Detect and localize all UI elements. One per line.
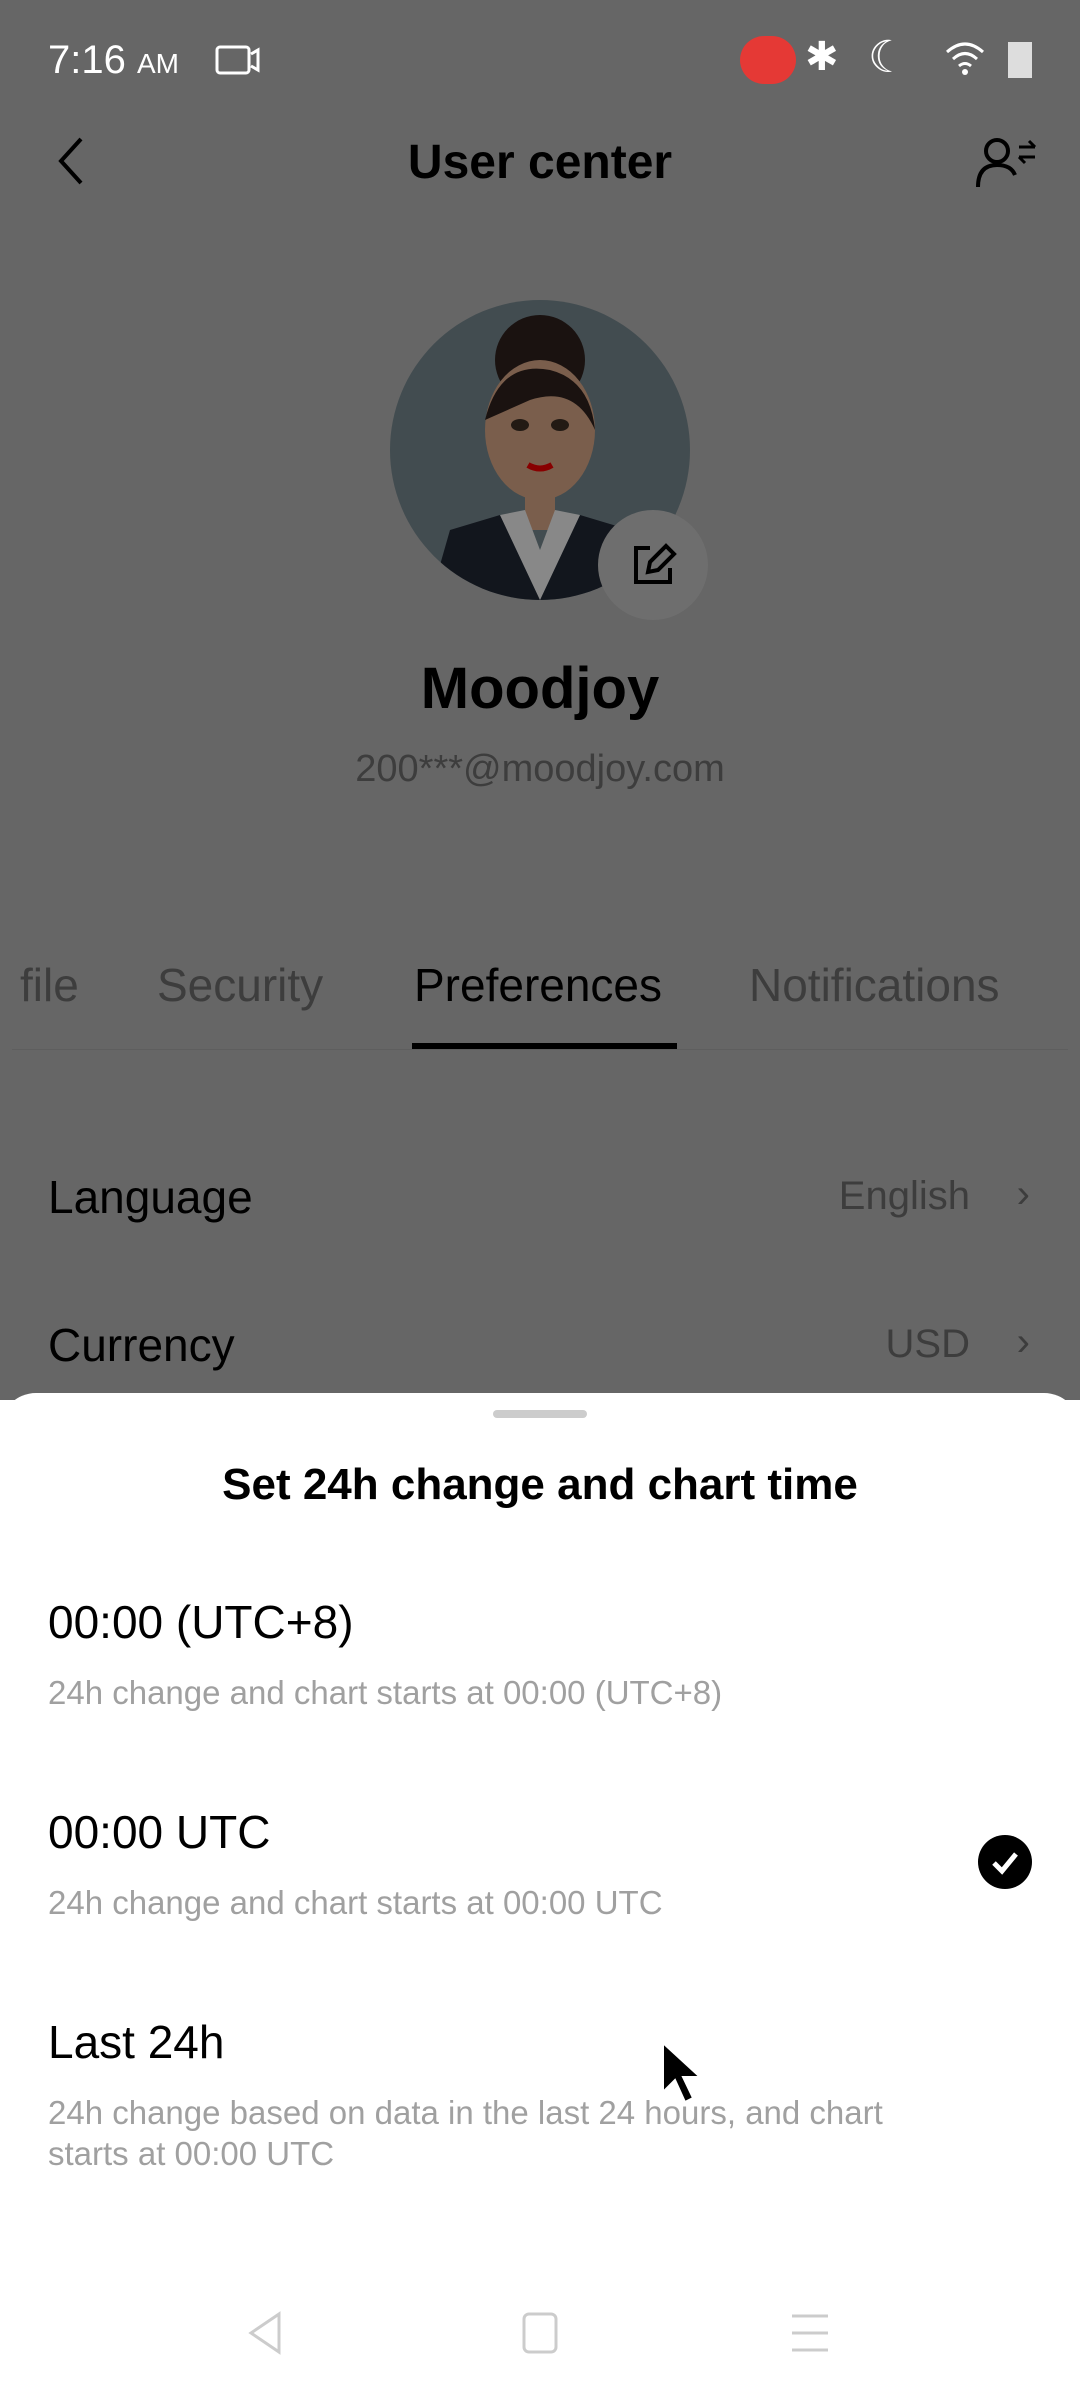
nav-back-button[interactable] [245,2310,285,2356]
option-subtitle: 24h change based on data in the last 24 … [48,2094,883,2172]
nav-menu-button[interactable] [790,2310,830,2356]
tab-notifications[interactable]: Notifications [749,958,1000,1012]
page-title: User center [407,136,673,189]
option-title: Last 24h [48,2016,225,2068]
selected-check-icon [978,1835,1032,1889]
switch-account-button[interactable] [975,135,1039,191]
screen-record-icon [215,45,260,75]
nav-home-button[interactable] [520,2310,560,2356]
edit-icon [634,543,677,584]
tab-preferences[interactable]: Preferences [414,958,662,1012]
profile-email: 200***@moodjoy.com [355,748,725,790]
user-center-page: 7:16 AM ✱ ☾ User center Moodjoy 200***@m… [0,0,1080,1400]
chevron-right-icon: › [1016,1320,1030,1364]
tabs-divider [12,1049,1068,1050]
row-label: Language [48,1171,253,1223]
wifi-icon [946,42,984,75]
option-subtitle: 24h change and chart starts at 00:00 UTC [48,1884,663,1921]
tab-profile[interactable]: file [20,958,79,1012]
do-not-disturb-moon-icon: ☾ [868,33,908,82]
status-time: 7:16 AM [48,38,179,82]
sheet-title: Set 24h change and chart time [222,1460,858,1509]
edit-avatar-button[interactable] [598,510,708,620]
row-value: English [838,1174,970,1218]
chevron-right-icon: › [1016,1172,1030,1216]
profile-name: Moodjoy [420,656,660,721]
row-value: USD [885,1322,970,1366]
tab-security[interactable]: Security [157,958,323,1012]
bluetooth-icon: ✱ [805,35,839,79]
mouse-cursor-icon [662,2040,703,2104]
battery-icon [1008,42,1032,78]
option-title: 00:00 (UTC+8) [48,1596,354,1648]
sheet-drag-handle[interactable] [493,1410,587,1418]
row-label: Currency [48,1319,235,1371]
option-title: 00:00 UTC [48,1806,271,1858]
recording-indicator-icon [740,36,796,84]
option-subtitle: 24h change and chart starts at 00:00 (UT… [48,1674,723,1711]
